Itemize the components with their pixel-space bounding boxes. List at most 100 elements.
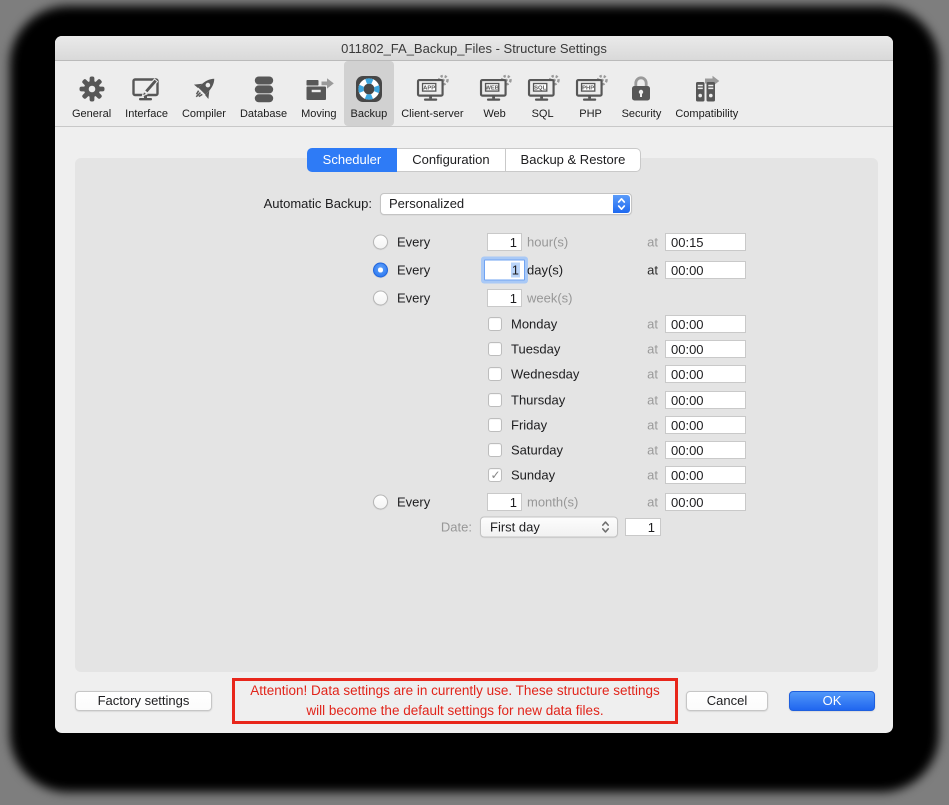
weekday-checkbox[interactable]: [488, 468, 502, 482]
weekday-label: Tuesday: [511, 342, 560, 357]
weekday-row: Friday at 00:00: [55, 415, 893, 435]
automatic-backup-value: Personalized: [389, 196, 464, 211]
scheduler-pane: Scheduler Configuration Backup & Restore…: [55, 127, 893, 733]
weekday-checkbox[interactable]: [488, 317, 502, 331]
every-day-radio[interactable]: [373, 263, 388, 278]
at-label: at: [633, 317, 658, 332]
toolbar-item-general[interactable]: General: [65, 61, 118, 126]
weekday-checkbox[interactable]: [488, 342, 502, 356]
weekday-time-input[interactable]: 00:00: [665, 441, 746, 459]
cancel-button[interactable]: Cancel: [686, 691, 768, 711]
toolbar-item-database[interactable]: Database: [233, 61, 294, 126]
weekday-label: Sunday: [511, 468, 555, 483]
at-label: at: [633, 417, 658, 432]
day-time-input[interactable]: 00:00: [665, 261, 746, 279]
stepper-arrows-icon: [613, 195, 630, 213]
at-label: at: [633, 495, 658, 510]
every-hour-radio[interactable]: [373, 235, 388, 250]
day-count-input[interactable]: 1: [484, 260, 525, 281]
weekday-label: Friday: [511, 417, 547, 432]
hour-schedule-row: Every 1 hour(s) at 00:15: [55, 232, 893, 252]
date-select[interactable]: First day: [480, 517, 618, 538]
weekday-checkbox[interactable]: [488, 393, 502, 407]
automatic-backup-label: Automatic Backup:: [205, 196, 372, 211]
weekday-time-input[interactable]: 00:00: [665, 466, 746, 484]
at-label: at: [633, 443, 658, 458]
every-label: Every: [397, 235, 430, 250]
svg-text:WEB: WEB: [485, 85, 499, 91]
hour-unit-label: hour(s): [527, 235, 568, 250]
title-bar[interactable]: 011802_FA_Backup_Files - Structure Setti…: [55, 36, 893, 61]
month-count-input[interactable]: 1: [487, 493, 522, 511]
every-week-radio[interactable]: [373, 291, 388, 306]
date-day-input[interactable]: 1: [625, 518, 661, 536]
at-label: at: [633, 263, 658, 278]
every-label: Every: [397, 263, 430, 278]
weekday-checkbox[interactable]: [488, 367, 502, 381]
hour-time-input[interactable]: 00:15: [665, 233, 746, 251]
weekday-time-input[interactable]: 00:00: [665, 340, 746, 358]
moving-box-icon: [302, 72, 336, 106]
every-month-radio[interactable]: [373, 495, 388, 510]
weekday-label: Saturday: [511, 443, 563, 458]
weekday-label: Wednesday: [511, 367, 579, 382]
lifebuoy-icon: [352, 72, 386, 106]
weekday-label: Thursday: [511, 392, 565, 407]
week-count-input[interactable]: 1: [487, 289, 522, 307]
window-title: 011802_FA_Backup_Files - Structure Setti…: [341, 41, 607, 56]
app-server-icon: APP: [415, 72, 449, 106]
tab-scheduler[interactable]: Scheduler: [307, 148, 398, 172]
php-server-icon: PHP: [574, 72, 608, 106]
at-label: at: [633, 367, 658, 382]
at-label: at: [633, 468, 658, 483]
automatic-backup-select[interactable]: Personalized: [380, 193, 632, 215]
interface-icon: [130, 72, 164, 106]
database-icon: [247, 72, 281, 106]
week-unit-label: week(s): [527, 291, 573, 306]
month-schedule-row: Every 1 month(s) at 00:00: [55, 492, 893, 512]
web-server-icon: WEB: [478, 72, 512, 106]
month-time-input[interactable]: 00:00: [665, 493, 746, 511]
weekday-row: Thursday at 00:00: [55, 390, 893, 410]
date-row: Date: First day 1: [55, 517, 893, 537]
date-select-value: First day: [490, 520, 540, 535]
structure-settings-window: 011802_FA_Backup_Files - Structure Setti…: [55, 36, 893, 733]
weekday-checkbox[interactable]: [488, 443, 502, 457]
toolbar-item-client-server[interactable]: APP Client-server: [394, 61, 470, 126]
weekday-time-input[interactable]: 00:00: [665, 416, 746, 434]
attention-annotation: Attention! Data settings are in currentl…: [232, 678, 678, 724]
day-schedule-row: Every 1 day(s) at 00:00: [55, 260, 893, 280]
at-label: at: [633, 342, 658, 357]
toolbar-item-moving[interactable]: Moving: [294, 61, 343, 126]
weekday-time-input[interactable]: 00:00: [665, 365, 746, 383]
weekday-label: Monday: [511, 317, 557, 332]
toolbar-item-compatibility[interactable]: Compatibility: [668, 61, 745, 126]
factory-settings-button[interactable]: Factory settings: [75, 691, 212, 711]
weekday-row: Wednesday at 00:00: [55, 364, 893, 384]
weekday-checkbox[interactable]: [488, 418, 502, 432]
padlock-icon: [624, 72, 658, 106]
tab-configuration[interactable]: Configuration: [397, 148, 505, 172]
compatibility-icon: [690, 72, 724, 106]
tab-bar: Scheduler Configuration Backup & Restore: [55, 148, 893, 172]
day-unit-label: day(s): [527, 263, 563, 278]
every-label: Every: [397, 495, 430, 510]
at-label: at: [633, 235, 658, 250]
stepper-arrows-icon: [599, 519, 612, 536]
toolbar-item-php[interactable]: PHP PHP: [567, 61, 615, 126]
toolbar-item-compiler[interactable]: Compiler: [175, 61, 233, 126]
settings-toolbar: General Interface Compiler Database Movi…: [55, 61, 893, 127]
at-label: at: [633, 392, 658, 407]
hour-count-input[interactable]: 1: [487, 233, 522, 251]
sql-server-icon: SQL: [526, 72, 560, 106]
every-label: Every: [397, 291, 430, 306]
tab-backup-restore[interactable]: Backup & Restore: [506, 148, 642, 172]
ok-button[interactable]: OK: [789, 691, 875, 711]
weekday-time-input[interactable]: 00:00: [665, 315, 746, 333]
toolbar-item-web[interactable]: WEB Web: [471, 61, 519, 126]
weekday-time-input[interactable]: 00:00: [665, 391, 746, 409]
toolbar-item-sql[interactable]: SQL SQL: [519, 61, 567, 126]
toolbar-item-interface[interactable]: Interface: [118, 61, 175, 126]
toolbar-item-security[interactable]: Security: [615, 61, 669, 126]
toolbar-item-backup[interactable]: Backup: [344, 61, 395, 126]
